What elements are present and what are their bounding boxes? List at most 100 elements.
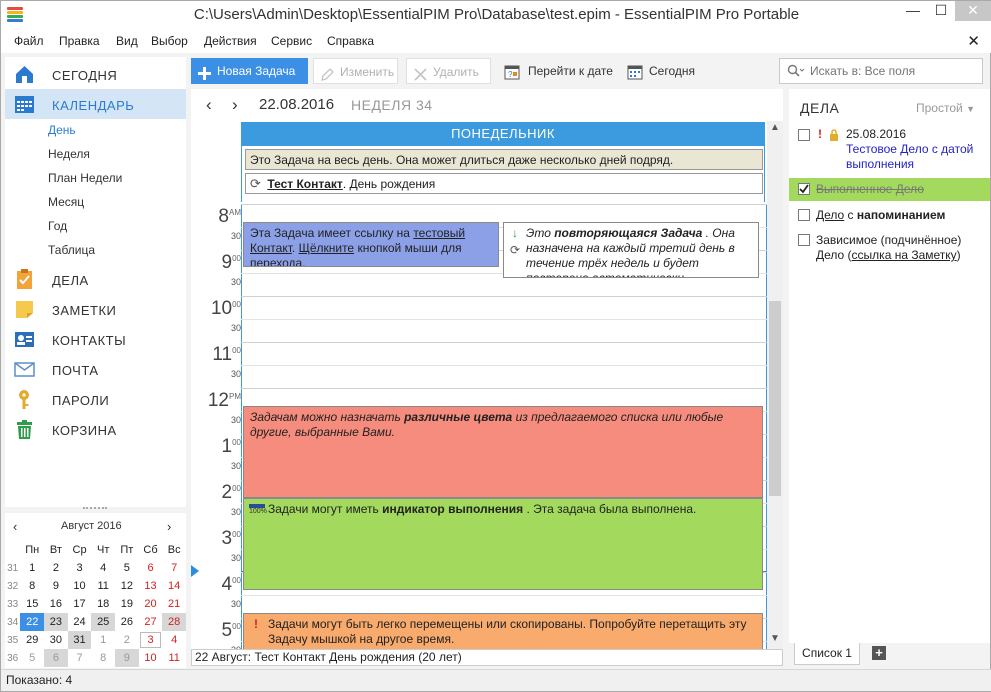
todo-item[interactable]: Зависимое (подчинённое) Дело (ссылка на …: [789, 232, 990, 266]
splitter-grip[interactable]: [83, 507, 107, 510]
menu-select[interactable]: Выбор: [151, 34, 188, 48]
mini-day[interactable]: 27: [139, 613, 163, 631]
mini-day[interactable]: 7: [68, 649, 92, 667]
delete-button[interactable]: Удалить: [406, 58, 491, 84]
search-input[interactable]: [810, 63, 978, 79]
mini-day[interactable]: 1: [20, 559, 44, 577]
mini-day[interactable]: 17: [68, 595, 92, 613]
mini-day[interactable]: 2: [115, 631, 139, 649]
mini-day[interactable]: 3: [68, 559, 92, 577]
edit-button[interactable]: Изменить: [313, 58, 398, 84]
next-day-button[interactable]: ›: [232, 95, 238, 115]
add-list-button[interactable]: +: [872, 646, 886, 660]
tab-list-1[interactable]: Список 1: [794, 643, 860, 665]
view-month[interactable]: Месяц: [48, 195, 84, 209]
new-task-button[interactable]: Новая Задача: [191, 58, 308, 84]
todo-item[interactable]: Дело с напоминанием: [789, 207, 990, 227]
mini-day-selected[interactable]: 22: [20, 613, 45, 631]
mini-day[interactable]: 12: [115, 577, 139, 595]
prev-month-button[interactable]: ‹: [13, 519, 17, 534]
prev-day-button[interactable]: ‹: [206, 95, 212, 115]
event-linked-task[interactable]: Эта Задача имеет ссылку на тестовый Конт…: [243, 222, 499, 267]
click-link[interactable]: Щёлкните: [299, 241, 355, 255]
today-button[interactable]: Сегодня: [621, 58, 701, 84]
mini-day[interactable]: 20: [139, 595, 163, 613]
mini-day[interactable]: 5: [115, 559, 139, 577]
mini-day[interactable]: 30: [44, 631, 68, 649]
view-year[interactable]: Год: [48, 219, 67, 233]
mini-day[interactable]: 19: [115, 595, 139, 613]
menu-service[interactable]: Сервис: [271, 34, 312, 48]
minimize-button[interactable]: —: [899, 1, 927, 21]
scroll-down-icon[interactable]: ▼: [770, 633, 780, 644]
todo-view-mode[interactable]: Простой ▼: [916, 101, 975, 115]
mini-day[interactable]: 10: [68, 577, 92, 595]
mini-day[interactable]: 8: [20, 577, 44, 595]
mini-day[interactable]: 6: [139, 559, 163, 577]
nav-calendar[interactable]: КАЛЕНДАРЬ: [5, 89, 186, 119]
close-document-icon[interactable]: ✕: [967, 32, 980, 50]
mini-day[interactable]: 26: [115, 613, 139, 631]
todo-checkbox[interactable]: [798, 129, 810, 141]
scroll-up-icon[interactable]: ▲: [770, 122, 780, 133]
mini-day[interactable]: 13: [139, 577, 163, 595]
nav-tasks[interactable]: ДЕЛА: [5, 264, 186, 294]
todo-checkbox[interactable]: [798, 209, 810, 221]
calendar-scrollbar[interactable]: ▲ ▼: [767, 121, 783, 649]
mini-day[interactable]: 31: [67, 631, 92, 649]
mini-day[interactable]: 6: [44, 649, 68, 667]
nav-contacts[interactable]: КОНТАКТЫ: [5, 324, 186, 354]
mini-day[interactable]: 2: [44, 559, 68, 577]
event-recurring-task[interactable]: ↓ ⟳ Это повторяющаяся Задача . Она назна…: [503, 222, 759, 278]
nav-trash[interactable]: КОРЗИНА: [5, 414, 186, 444]
goto-date-button[interactable]: ? Перейти к дате: [498, 58, 614, 84]
contact-link[interactable]: Тест Контакт: [267, 177, 342, 191]
nav-passwords[interactable]: ПАРОЛИ: [5, 384, 186, 414]
next-month-button[interactable]: ›: [167, 519, 171, 534]
menu-edit[interactable]: Правка: [59, 34, 100, 48]
mini-day[interactable]: 1: [91, 631, 115, 649]
mini-day[interactable]: 25: [91, 613, 116, 631]
mini-day[interactable]: 11: [91, 577, 115, 595]
event-progress-task[interactable]: 100% Задачи могут иметь индикатор выполн…: [243, 498, 763, 590]
search-box[interactable]: [779, 58, 983, 84]
close-window-button[interactable]: ✕: [955, 1, 991, 21]
note-link[interactable]: ссылка на Заметку: [852, 248, 957, 262]
mini-day[interactable]: 3: [139, 631, 163, 649]
view-day[interactable]: День: [48, 123, 76, 137]
mini-day[interactable]: 4: [91, 559, 115, 577]
event-colored-task[interactable]: Задачам можно назначать различные цвета …: [243, 406, 763, 498]
mini-day[interactable]: 29: [20, 631, 44, 649]
todo-checkbox-checked[interactable]: [798, 183, 810, 195]
todo-checkbox[interactable]: [798, 234, 810, 246]
mini-day[interactable]: 9: [44, 577, 68, 595]
mini-day[interactable]: 11: [162, 649, 186, 667]
birthday-event[interactable]: ⟳ Тест Контакт. День рождения: [245, 173, 763, 194]
nav-mail[interactable]: ПОЧТА: [5, 354, 186, 384]
mini-day[interactable]: 4: [162, 631, 186, 649]
menu-actions[interactable]: Действия: [204, 34, 257, 48]
mini-day[interactable]: 10: [139, 649, 163, 667]
mini-day[interactable]: 16: [44, 595, 68, 613]
mini-day[interactable]: 18: [91, 595, 115, 613]
mini-day[interactable]: 15: [20, 595, 44, 613]
menu-view[interactable]: Вид: [116, 34, 138, 48]
menu-file[interactable]: Файл: [14, 34, 44, 48]
mini-day[interactable]: 14: [162, 577, 186, 595]
view-week-plan[interactable]: План Недели: [48, 171, 122, 185]
mini-day[interactable]: 28: [162, 613, 186, 631]
mini-day[interactable]: 23: [44, 613, 68, 631]
view-week[interactable]: Неделя: [48, 147, 90, 161]
mini-day[interactable]: 21: [162, 595, 186, 613]
view-table[interactable]: Таблица: [48, 243, 95, 257]
mini-day[interactable]: 9: [115, 649, 139, 667]
todo-link[interactable]: Дело: [816, 208, 844, 222]
all-day-task[interactable]: Это Задача на весь день. Она может длить…: [245, 149, 763, 170]
todo-item-completed[interactable]: Выполненное Дело: [789, 178, 990, 201]
nav-notes[interactable]: ЗАМЕТКИ: [5, 294, 186, 324]
event-movable-task[interactable]: ! Задачи могут быть легко перемещены или…: [243, 613, 763, 649]
mini-day[interactable]: 5: [20, 649, 44, 667]
todo-item[interactable]: ! 25.08.2016 Тестовое Дело с датой выпол…: [789, 127, 990, 173]
scroll-thumb[interactable]: [769, 301, 781, 496]
menu-help[interactable]: Справка: [327, 34, 374, 48]
